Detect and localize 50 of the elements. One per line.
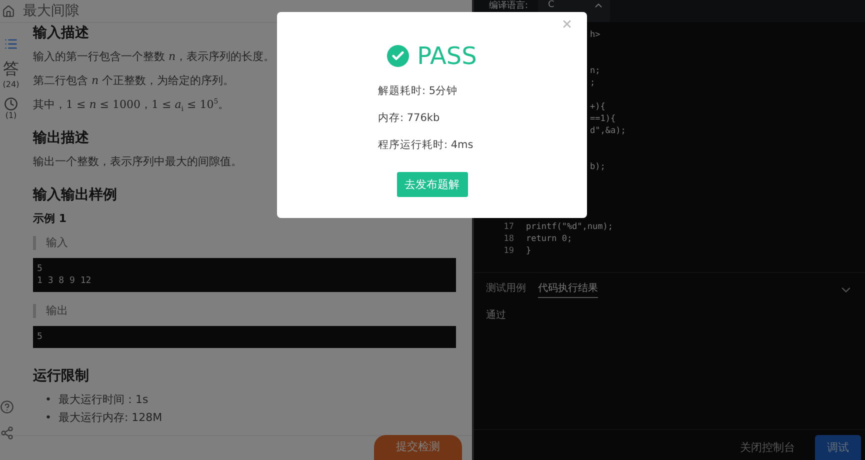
console-tab[interactable]: 代码执行结果 <box>538 281 598 298</box>
pass-status: PASS <box>417 42 477 70</box>
stat-text: 程序运行耗时: 4ms <box>378 138 474 152</box>
section-heading: 运行限制 <box>33 368 89 385</box>
console-tab[interactable]: 测试用例 <box>486 281 526 298</box>
description-text: 其中，1 ≤ n ≤ 1000，1 ≤ a$_{i}$ ≤ 10$^{5}$。 <box>33 98 230 112</box>
sample-code-block: 5 1 3 8 9 12 <box>33 258 456 292</box>
stat-text: 解题耗时: 5分钟 <box>378 84 459 98</box>
close-icon[interactable] <box>561 18 573 30</box>
limit-item: • 最大运行内存: 128M <box>45 411 162 425</box>
code-line: ; <box>590 78 596 90</box>
example-heading: 示例 1 <box>33 212 68 226</box>
description-text: 输出一个整数，表示序列中最大的间隙值。 <box>33 155 242 169</box>
check-icon <box>387 45 410 67</box>
publish-solution-button[interactable]: 去发布题解 <box>396 172 468 197</box>
code-line: b); <box>590 162 606 174</box>
clock-icon[interactable] <box>4 97 18 111</box>
share-icon[interactable] <box>0 426 14 440</box>
help-icon[interactable] <box>0 400 14 414</box>
sample-code-block: 5 <box>33 326 456 348</box>
code-line: ==1){ <box>590 114 616 126</box>
sample-label: 输入 <box>33 236 456 250</box>
description-text: 第二行包含 n 个正整数，为给定的序列。 <box>33 74 234 88</box>
debug-button[interactable]: 调试 <box>815 435 861 460</box>
code-line: d",&a); <box>590 126 626 138</box>
result-text: 通过 <box>486 308 507 322</box>
line-number: 18 <box>502 234 514 246</box>
code-line: n; <box>590 66 600 78</box>
code-line: printf("%d",num); <box>525 222 613 234</box>
list-tab[interactable] <box>4 37 18 51</box>
history-tab[interactable]: (1) <box>4 97 18 120</box>
line-number: 17 <box>502 222 514 234</box>
close-console-button[interactable]: 关闭控制台 <box>728 435 807 460</box>
language-label: 编译语言: <box>489 0 528 12</box>
submit-button[interactable]: 提交检测 <box>374 435 462 460</box>
stat-text: 内存: 776kb <box>378 111 441 125</box>
description-text: 输入的第一行包含一个整数 n，表示序列的长度。 <box>33 50 275 64</box>
sample-label: 输出 <box>33 304 456 318</box>
problem-title: 最大间隙 <box>23 2 79 20</box>
line-number: 19 <box>502 246 514 258</box>
section-heading: 输入输出样例 <box>33 187 117 204</box>
home-icon[interactable] <box>2 4 15 18</box>
code-line: +){ <box>590 102 606 114</box>
section-heading: 输入描述 <box>33 25 89 42</box>
section-heading: 输出描述 <box>33 130 89 147</box>
answers-tab[interactable]: 答 (24) <box>2 59 20 89</box>
limit-item: • 最大运行时间：1s <box>45 393 148 407</box>
code-line: return 0; <box>525 234 572 246</box>
code-line: h> <box>590 30 600 42</box>
code-line: } <box>525 246 532 258</box>
